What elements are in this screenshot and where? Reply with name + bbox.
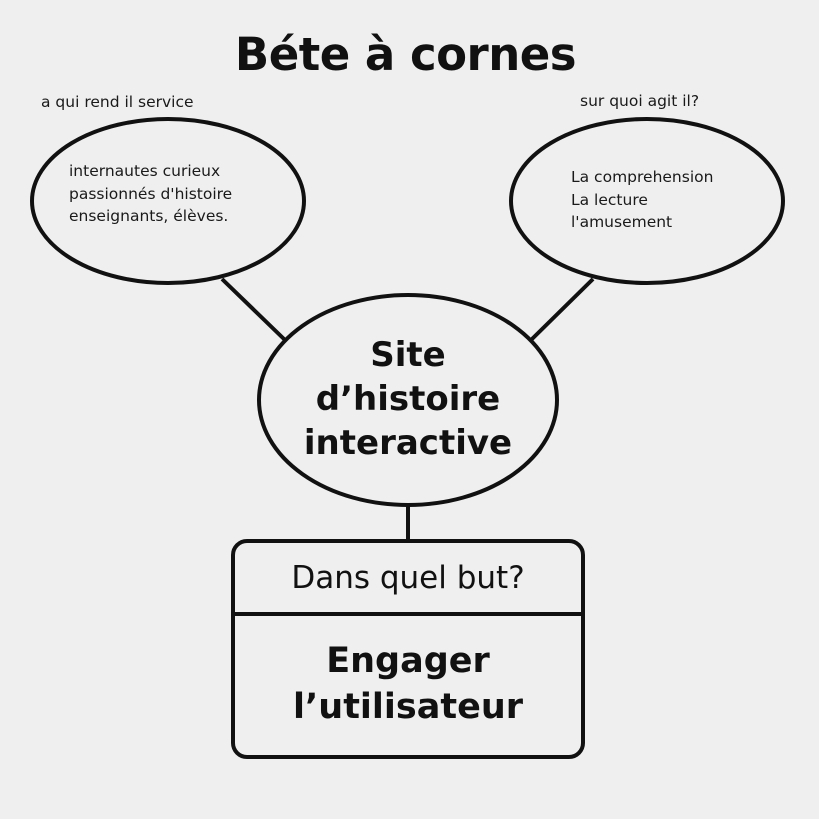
left-bubble-line: passionnés d'histoire bbox=[69, 184, 233, 203]
right-caption: sur quoi agit il? bbox=[580, 92, 700, 110]
goal-answer: Engager l’utilisateur bbox=[233, 638, 583, 730]
right-bubble-line: La lecture bbox=[571, 190, 648, 209]
goal-question: Dans quel but? bbox=[291, 560, 525, 596]
left-caption: a qui rend il service bbox=[41, 93, 194, 111]
center-label: Site d’histoire interactive bbox=[259, 333, 557, 465]
left-bubble-line: enseignants, élèves. bbox=[69, 207, 229, 225]
right-bubble-line: l'amusement bbox=[571, 213, 673, 231]
left-bubble-text: internautes curieux passionnés d'histoir… bbox=[69, 160, 232, 228]
right-bubble-line: La comprehension bbox=[571, 168, 714, 186]
goal-answer-line: Engager bbox=[326, 641, 490, 681]
center-label-line: interactive bbox=[303, 423, 513, 463]
page-title: Béte à cornes bbox=[0, 28, 819, 81]
connector-left bbox=[220, 277, 287, 342]
page-title-text: Béte à cornes bbox=[234, 28, 577, 81]
right-bubble-text: La comprehension La lecture l'amusement bbox=[571, 166, 713, 234]
connector-right bbox=[529, 277, 595, 342]
left-bubble-line: internautes curieux bbox=[69, 162, 221, 180]
goal-answer-line: l’utilisateur bbox=[292, 687, 524, 727]
center-label-line: Site bbox=[370, 335, 446, 375]
center-label-line: d’histoire bbox=[315, 379, 501, 419]
